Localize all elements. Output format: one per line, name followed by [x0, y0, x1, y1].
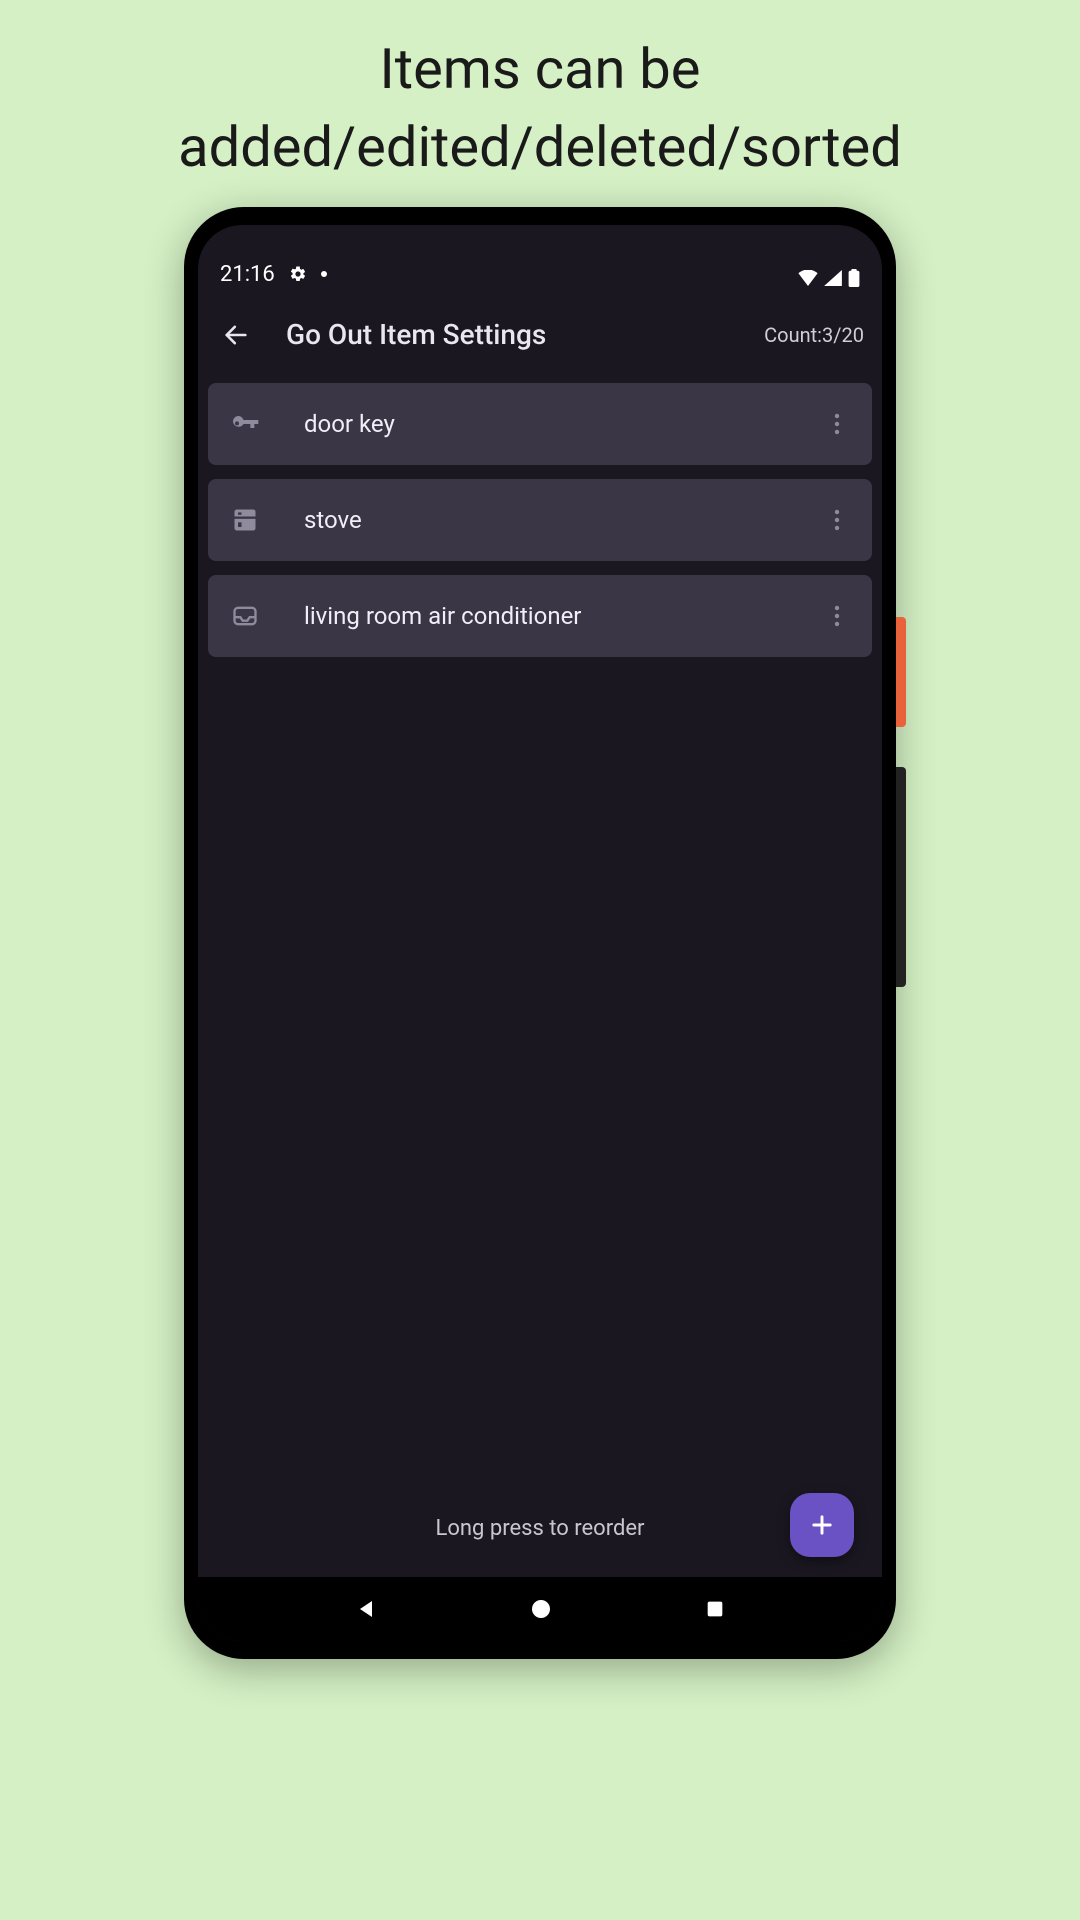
list-item[interactable]: living room air conditioner	[208, 575, 872, 657]
item-count: Count:3/20	[764, 323, 864, 347]
list-item[interactable]: door key	[208, 383, 872, 465]
key-icon	[228, 407, 262, 441]
back-button[interactable]	[216, 315, 256, 355]
settings-status-icon	[289, 265, 307, 283]
status-bar: 21:16	[198, 225, 882, 295]
app-bar: Go Out Item Settings Count:3/20	[198, 295, 882, 375]
list-item[interactable]: stove	[208, 479, 872, 561]
add-item-button[interactable]	[790, 1493, 854, 1557]
more-options-button[interactable]	[822, 404, 852, 444]
page-title: Go Out Item Settings	[286, 318, 764, 351]
list-item-label: stove	[304, 506, 822, 534]
phone-power-button	[896, 617, 906, 727]
list-item-label: living room air conditioner	[304, 602, 822, 630]
appliance-icon	[228, 503, 262, 537]
more-options-button[interactable]	[822, 596, 852, 636]
battery-icon	[848, 269, 860, 287]
caption-line-1: Items can be	[178, 30, 902, 108]
list-item-label: door key	[304, 410, 822, 438]
phone-frame: 21:16 Go Out I	[184, 207, 896, 1659]
item-list: door key stove living room air conditi	[198, 375, 882, 1577]
nav-recents-button[interactable]	[704, 1598, 726, 1620]
inbox-icon	[228, 599, 262, 633]
caption-line-2: added/edited/deleted/sorted	[178, 108, 902, 186]
wifi-icon	[798, 270, 818, 286]
nav-back-button[interactable]	[354, 1597, 378, 1621]
nav-home-button[interactable]	[529, 1597, 553, 1621]
promo-caption: Items can be added/edited/deleted/sorted	[138, 30, 942, 187]
android-nav-bar	[198, 1577, 882, 1641]
status-time: 21:16	[220, 262, 275, 287]
more-options-button[interactable]	[822, 500, 852, 540]
reorder-hint: Long press to reorder	[198, 1516, 882, 1541]
status-dot-icon	[321, 271, 327, 277]
phone-screen: 21:16 Go Out I	[198, 225, 882, 1641]
cell-signal-icon	[824, 270, 842, 286]
phone-volume-button	[896, 767, 906, 987]
